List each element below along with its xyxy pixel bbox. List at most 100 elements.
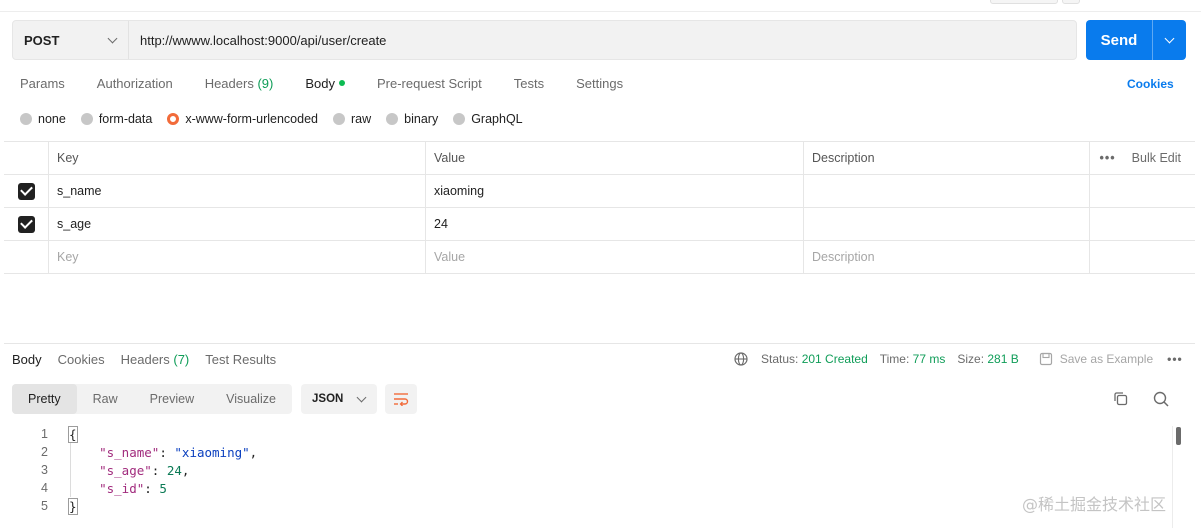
tab-headers[interactable]: Headers (9) — [205, 76, 274, 94]
resp-tab-cookies[interactable]: Cookies — [58, 352, 105, 367]
send-options-button[interactable] — [1153, 33, 1186, 43]
size-label: Size: — [957, 352, 985, 366]
toolbar-button-partial-2[interactable] — [1062, 0, 1080, 4]
toolbar-button-partial[interactable] — [990, 0, 1058, 4]
status-value[interactable]: 201 Created — [802, 352, 868, 366]
wrap-lines-button[interactable] — [385, 384, 417, 414]
tab-body[interactable]: Body — [305, 76, 345, 94]
send-button[interactable]: Send — [1086, 20, 1186, 60]
more-options-icon[interactable]: ••• — [1100, 151, 1116, 165]
response-divider[interactable] — [4, 343, 1195, 344]
json-key: "s_age" — [99, 462, 152, 478]
size-value[interactable]: 281 B — [987, 352, 1018, 366]
bulk-edit-button[interactable]: Bulk Edit — [1132, 151, 1181, 165]
description-cell[interactable] — [804, 208, 1090, 240]
new-key-input[interactable]: Key — [49, 241, 426, 273]
chevron-down-icon — [356, 392, 367, 402]
row-check-cell — [4, 208, 49, 240]
cookies-link[interactable]: Cookies — [1127, 77, 1174, 91]
body-type-raw[interactable]: raw — [333, 112, 371, 126]
row-extra-cell — [1090, 175, 1195, 207]
header-value: Value — [426, 142, 804, 174]
tab-pre-request-script[interactable]: Pre-request Script — [377, 76, 482, 94]
response-meta: Status: 201 Created Time: 77 ms Size: 28… — [734, 352, 1183, 366]
code-text: "s_name": "xiaoming", — [99, 444, 258, 460]
active-indicator-icon — [338, 80, 345, 86]
top-strip — [0, 0, 1201, 12]
json-value: 24 — [166, 462, 182, 478]
params-table: Key Value Description ••• Bulk Edit s_na… — [4, 141, 1195, 274]
copy-icon[interactable] — [1112, 390, 1130, 408]
radio-icon — [80, 113, 93, 125]
view-tab-visualize[interactable]: Visualize — [210, 384, 292, 414]
view-tab-raw[interactable]: Raw — [77, 384, 134, 414]
checkbox-checked-icon[interactable] — [17, 182, 35, 200]
checkbox-checked-icon[interactable] — [17, 215, 35, 233]
table-row: s_age 24 — [4, 208, 1195, 241]
tab-params[interactable]: Params — [20, 76, 65, 94]
response-body-editor[interactable]: 1 { 2 "s_name": "xiaoming", 3 "s_age": 2… — [0, 425, 1190, 515]
radio-selected-icon — [167, 113, 180, 125]
body-type-graphql[interactable]: GraphQL — [453, 112, 523, 126]
body-type-binary[interactable]: binary — [386, 112, 438, 126]
value-cell[interactable]: xiaoming — [426, 175, 804, 207]
time-text: Time: 77 ms — [880, 352, 946, 366]
tab-authorization[interactable]: Authorization — [97, 76, 173, 94]
body-type-urlencoded[interactable]: x-www-form-urlencoded — [167, 112, 318, 126]
radio-icon — [386, 113, 399, 125]
row-check-cell — [4, 241, 49, 273]
resp-tab-test-results[interactable]: Test Results — [205, 352, 276, 367]
description-cell[interactable] — [804, 175, 1090, 207]
new-description-input[interactable]: Description — [804, 241, 1090, 273]
method-label: POST — [24, 32, 60, 48]
save-example-label: Save as Example — [1059, 352, 1154, 366]
table-header: Key Value Description ••• Bulk Edit — [4, 142, 1195, 175]
url-input[interactable]: http://wwww.localhost:9000/api/user/crea… — [129, 33, 386, 48]
radio-label: none — [38, 112, 66, 126]
time-label: Time: — [879, 352, 910, 366]
send-label: Send — [1100, 31, 1138, 49]
row-extra-cell — [1090, 241, 1195, 273]
size-text: Size: 281 B — [957, 352, 1018, 366]
format-select[interactable]: JSON — [301, 384, 377, 414]
scrollbar-thumb[interactable] — [1176, 427, 1181, 445]
key-cell[interactable]: s_name — [49, 175, 426, 207]
json-value: 5 — [159, 480, 167, 496]
status-text: Status: 201 Created — [761, 352, 868, 366]
line-number: 5 — [41, 499, 48, 513]
body-type-form-data[interactable]: form-data — [80, 112, 152, 126]
resp-tab-body[interactable]: Body — [12, 352, 42, 367]
row-check-cell — [4, 175, 49, 207]
line-number: 1 — [41, 427, 48, 441]
chevron-down-icon — [1164, 33, 1175, 43]
header-check-cell — [4, 142, 49, 174]
more-options-icon[interactable]: ••• — [1167, 352, 1183, 366]
scroll-track — [1172, 426, 1173, 528]
status-label: Status: — [761, 352, 799, 366]
tab-count: (9) — [257, 76, 274, 91]
code-line: 5 } — [0, 497, 1190, 515]
time-value[interactable]: 77 ms — [913, 352, 946, 366]
line-number: 4 — [41, 481, 48, 495]
watermark: @稀土掘金技术社区 — [1022, 495, 1167, 514]
search-icon[interactable] — [1152, 390, 1170, 408]
line-number: 2 — [41, 445, 48, 459]
radio-icon — [333, 113, 345, 125]
header-key: Key — [49, 142, 426, 174]
save-as-example-button[interactable]: Save as Example — [1039, 352, 1153, 366]
view-tab-pretty[interactable]: Pretty — [12, 384, 77, 414]
resp-tab-headers[interactable]: Headers (7) — [121, 352, 190, 367]
line-number: 3 — [41, 463, 48, 477]
method-select[interactable]: POST — [13, 21, 129, 59]
globe-icon[interactable] — [734, 352, 748, 366]
format-label: JSON — [312, 393, 344, 405]
json-key: "s_name" — [99, 444, 160, 460]
view-tab-preview[interactable]: Preview — [134, 384, 210, 414]
key-cell[interactable]: s_age — [49, 208, 426, 240]
body-type-none[interactable]: none — [20, 112, 66, 126]
response-tabs: Body Cookies Headers (7) Test Results — [12, 352, 292, 367]
tab-tests[interactable]: Tests — [514, 76, 544, 94]
new-value-input[interactable]: Value — [426, 241, 804, 273]
tab-settings[interactable]: Settings — [576, 76, 623, 94]
value-cell[interactable]: 24 — [426, 208, 804, 240]
